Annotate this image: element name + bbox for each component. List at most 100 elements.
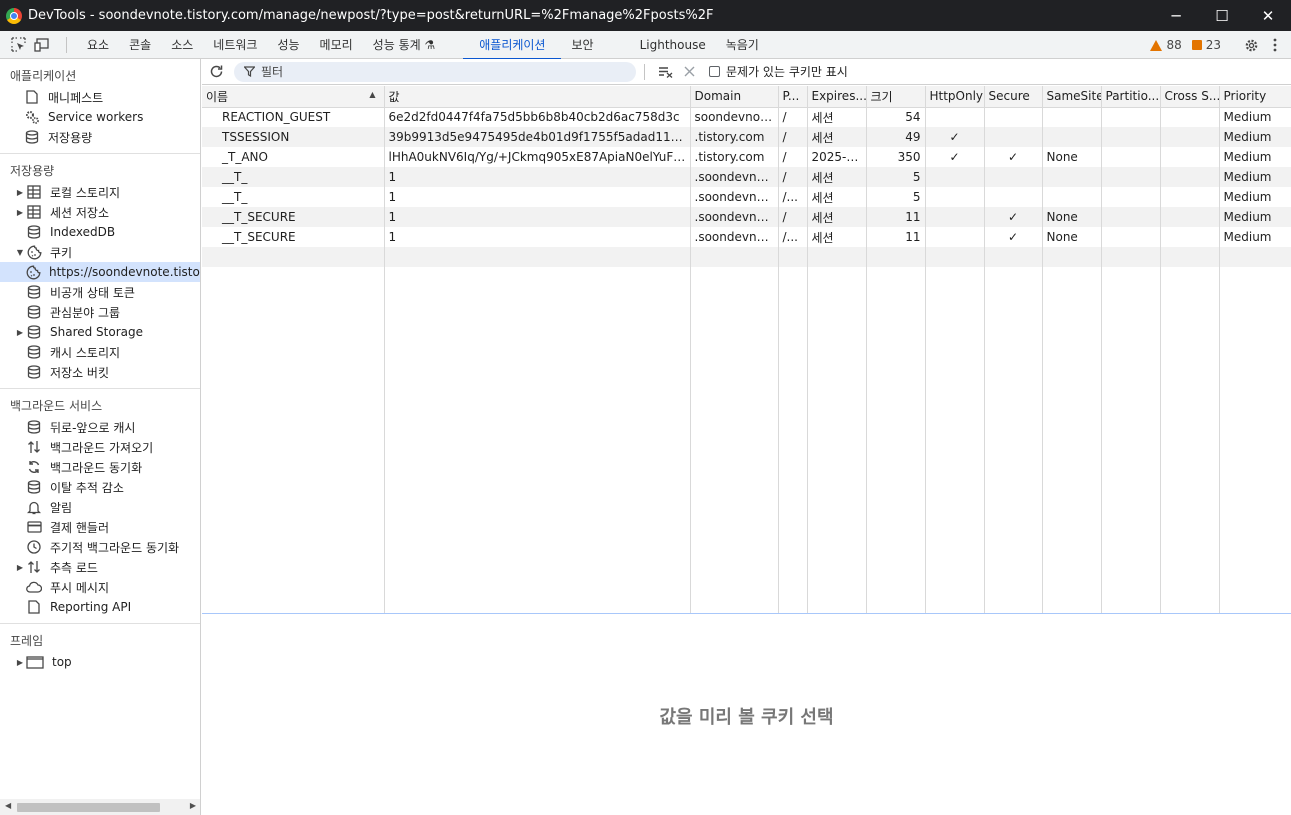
sidebar-item-payment-handler[interactable]: 결제 핸들러	[0, 517, 200, 537]
sidebar-item-session-storage[interactable]: ▶ 세션 저장소	[0, 202, 200, 222]
refresh-icon[interactable]	[202, 64, 230, 79]
cell-name: __T_SECURE	[202, 227, 385, 247]
section-application-title: 애플리케이션	[10, 68, 77, 83]
sidebar-item-interest-groups[interactable]: 관심분야 그룹	[0, 302, 200, 322]
table-row[interactable]: REACTION_GUEST 6e2d2fd0447f4fa75d5bb6b8b4…	[202, 107, 1291, 127]
warnings-badge[interactable]: 88	[1150, 38, 1182, 52]
sidebar-item-frame-top[interactable]: ▶ top	[0, 652, 200, 672]
expand-arrow-icon[interactable]: ▶	[14, 208, 26, 217]
column-header-expires[interactable]: Expires...	[807, 86, 867, 108]
tab-security[interactable]: 보안	[561, 31, 603, 59]
column-header-httponly[interactable]: HttpOnly	[925, 86, 985, 108]
column-header-cross-site[interactable]: Cross S...	[1160, 86, 1220, 108]
cell-value: lHhA0ukNV6Iq/Yg/+JCkmq905xE87ApiaN0elYuF…	[384, 147, 691, 167]
column-header-path[interactable]: P...	[778, 86, 808, 108]
column-header-priority[interactable]: Priority	[1219, 86, 1291, 108]
tab-performance[interactable]: 성능	[267, 31, 309, 59]
tab-network[interactable]: 네트워크	[203, 31, 267, 59]
filter-input[interactable]: 필터	[234, 61, 636, 82]
scroll-left-arrow-icon[interactable]: ◀	[5, 801, 11, 810]
device-toolbar-icon[interactable]	[30, 33, 54, 57]
expand-arrow-icon[interactable]: ▶	[14, 188, 26, 197]
maximize-button[interactable]: ☐	[1199, 0, 1245, 31]
sidebar-item-cookie-origin[interactable]: https://soondevnote.tistory.com	[0, 262, 200, 282]
tab-elements[interactable]: 요소	[77, 31, 119, 59]
table-row[interactable]: __T_SECURE 1 .soondevnot.../... 세션 11 ✓ None Me…	[202, 227, 1291, 247]
sidebar-item-bounce-tracking[interactable]: 이탈 추적 감소	[0, 477, 200, 497]
sidebar-item-reporting-api[interactable]: Reporting API	[0, 597, 200, 617]
sidebar-item-private-state-tokens[interactable]: 비공개 상태 토큰	[0, 282, 200, 302]
sidebar-item-background-sync[interactable]: 백그라운드 동기화	[0, 457, 200, 477]
sidebar-item-storage-buckets[interactable]: 저장소 버킷	[0, 362, 200, 382]
sidebar-item-shared-storage[interactable]: ▶ Shared Storage	[0, 322, 200, 342]
sidebar-horizontal-scrollbar[interactable]: ◀ ▶	[0, 799, 200, 815]
tab-memory[interactable]: 메모리	[310, 31, 363, 59]
tab-recorder[interactable]: 녹음기	[716, 31, 769, 59]
tab-application[interactable]: 애플리케이션	[463, 31, 562, 60]
sidebar-item-service-workers[interactable]: Service workers	[0, 107, 200, 127]
database-icon	[26, 479, 42, 495]
column-header-value[interactable]: 값	[384, 86, 691, 108]
expand-arrow-icon[interactable]: ▶	[14, 328, 26, 337]
expand-arrow-icon[interactable]: ▶	[14, 658, 26, 667]
more-options-icon[interactable]	[1263, 33, 1287, 57]
issues-badge[interactable]: 23	[1191, 38, 1221, 52]
sidebar-item-label: 저장용량	[48, 130, 93, 145]
collapse-arrow-icon[interactable]: ▼	[14, 248, 26, 257]
column-header-samesite[interactable]: SameSite	[1042, 86, 1102, 108]
sidebar-item-label: 뒤로-앞으로 캐시	[50, 420, 136, 435]
sidebar-item-periodic-sync[interactable]: 주기적 백그라운드 동기화	[0, 537, 200, 557]
tab-performance-insights[interactable]: 성능 통계 ⚗	[363, 31, 446, 59]
sidebar-item-cache-storage[interactable]: 캐시 스토리지	[0, 342, 200, 362]
sidebar-item-background-fetch[interactable]: 백그라운드 가져오기	[0, 437, 200, 457]
window-title: DevTools - soondevnote.tistory.com/manag…	[28, 8, 714, 23]
expand-arrow-icon[interactable]: ▶	[14, 563, 26, 572]
application-sidebar: 애플리케이션 매니페스트 Service workers 저장용량 저장용량 ▶…	[0, 59, 201, 815]
tab-sources[interactable]: 소스	[161, 31, 203, 59]
section-background-services-title: 백그라운드 서비스	[10, 398, 103, 413]
cell-size: 5	[866, 167, 926, 187]
cookie-icon	[26, 264, 41, 280]
swap-arrows-icon	[26, 559, 42, 575]
sidebar-item-push-messaging[interactable]: 푸시 메시지	[0, 577, 200, 597]
cell-size: 5	[866, 187, 926, 207]
table-row[interactable]: __T_ 1 .soondevnot... / 세션 5 Medium	[202, 167, 1291, 187]
sidebar-item-local-storage[interactable]: ▶ 로컬 스토리지	[0, 182, 200, 202]
sidebar-item-notifications[interactable]: 알림	[0, 497, 200, 517]
sidebar-item-manifest[interactable]: 매니페스트	[0, 87, 200, 107]
sidebar-item-bfcache[interactable]: 뒤로-앞으로 캐시	[0, 417, 200, 437]
table-row[interactable]: __T_SECURE 1 .soondevnot... / 세션 11 ✓ None Mediu…	[202, 207, 1291, 227]
clock-icon	[26, 539, 42, 555]
close-button[interactable]: ✕	[1245, 0, 1291, 31]
scrollbar-thumb[interactable]	[17, 803, 160, 812]
cookies-panel: 필터 문제가 있는 쿠키만 표시 이름 ▲ 값 Domain P... Expi…	[202, 59, 1291, 815]
table-row[interactable]: __T_ 1 .soondevnot.../... 세션 5 Medium	[202, 187, 1291, 207]
sidebar-item-speculative-loads[interactable]: ▶ 추측 로드	[0, 557, 200, 577]
sidebar-item-label: 매니페스트	[48, 90, 104, 105]
clear-all-cookies-icon[interactable]	[653, 66, 677, 78]
scroll-right-arrow-icon[interactable]: ▶	[190, 801, 196, 810]
cell-domain: .soondevnot...	[690, 227, 779, 247]
database-icon	[26, 419, 42, 435]
only-issues-checkbox[interactable]	[709, 66, 720, 77]
table-row[interactable]: TSSESSION 39b9913d5e9475495de4b01d9f1755f…	[202, 127, 1291, 147]
sidebar-item-cookies[interactable]: ▼ 쿠키	[0, 242, 200, 262]
sidebar-item-storage[interactable]: 저장용량	[0, 127, 200, 147]
sidebar-item-indexeddb[interactable]: IndexedDB	[0, 222, 200, 242]
column-header-secure[interactable]: Secure	[984, 86, 1043, 108]
tab-console[interactable]: 콘솔	[119, 31, 161, 59]
cell-path: /...	[778, 187, 808, 207]
section-frames-title: 프레임	[10, 633, 44, 648]
delete-selected-icon[interactable]	[677, 66, 701, 77]
minimize-button[interactable]: ─	[1153, 0, 1199, 31]
table-row[interactable]: _T_ANO lHhA0ukNV6Iq/Yg/+JCkmq905xE87ApiaN…	[202, 147, 1291, 167]
column-header-name[interactable]: 이름 ▲	[202, 86, 385, 108]
settings-gear-icon[interactable]	[1239, 33, 1263, 57]
table-row-empty	[202, 247, 1291, 267]
inspect-element-icon[interactable]	[6, 33, 30, 57]
column-header-domain[interactable]: Domain	[690, 86, 779, 108]
tab-lighthouse[interactable]: Lighthouse	[630, 31, 716, 59]
cell-secure: ✓	[984, 207, 1043, 227]
column-header-size[interactable]: 크기	[866, 86, 926, 108]
column-header-partition-key[interactable]: Partitio...	[1101, 86, 1161, 108]
